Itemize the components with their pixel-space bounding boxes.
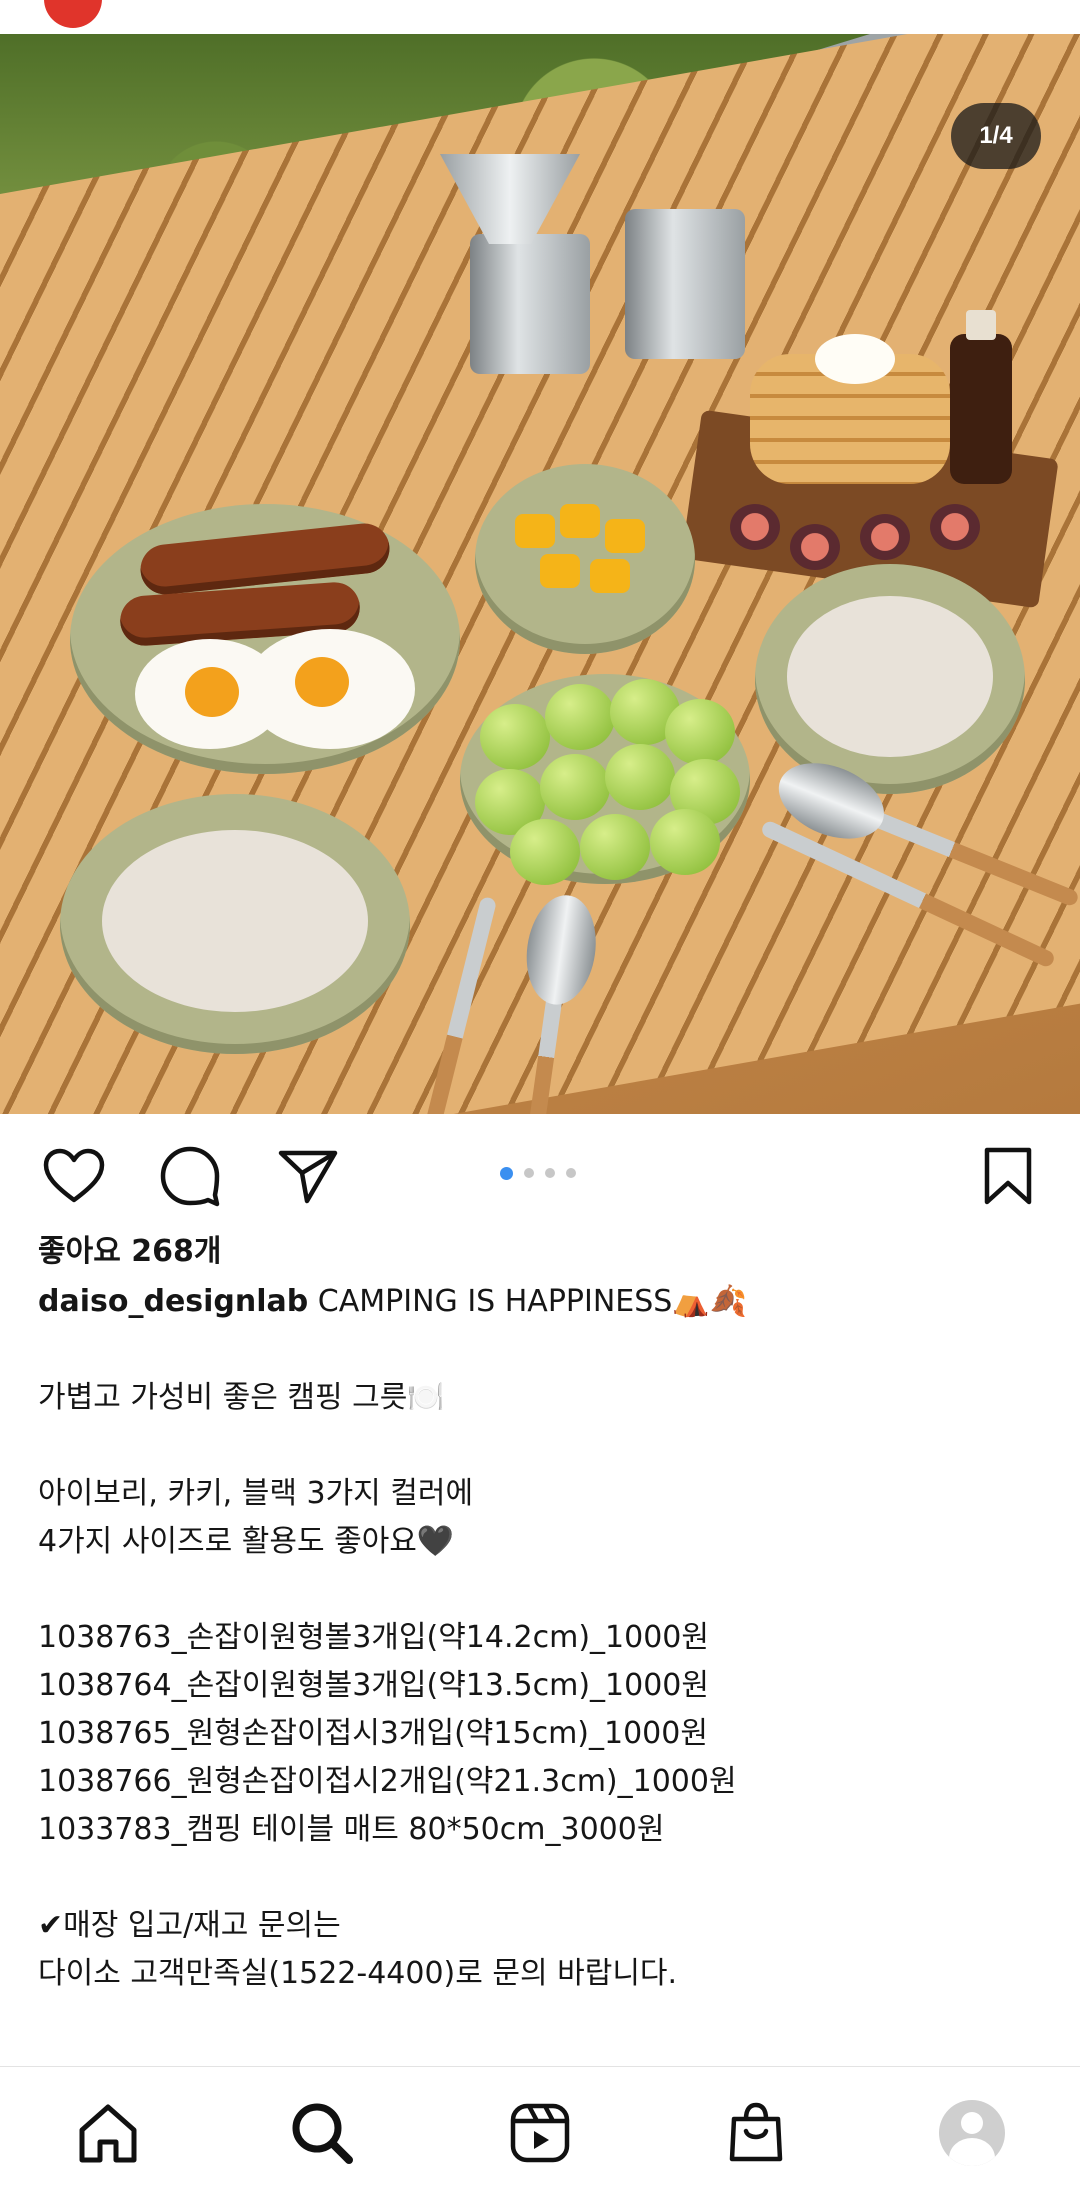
product-line: 1038763_손잡이원형볼3개입(약14.2cm)_1000원: [38, 1620, 709, 1655]
bowl-mango: [475, 464, 695, 654]
grape: [650, 809, 720, 875]
caption-first-line: daiso_designlab CAMPING IS HAPPINESS⛺🍂: [38, 1278, 1048, 1326]
mango-piece: [590, 559, 630, 593]
fig: [790, 524, 840, 570]
username[interactable]: daiso_designlab: [38, 1284, 308, 1319]
grape: [580, 814, 650, 880]
caption-line: 4가지 사이즈로 활용도 좋아요🖤: [38, 1524, 455, 1559]
poster-avatar[interactable]: [44, 0, 102, 28]
likes-count[interactable]: 좋아요 268개: [38, 1228, 1048, 1276]
caption-title: CAMPING IS HAPPINESS⛺🍂: [308, 1284, 748, 1319]
fig: [730, 504, 780, 550]
product-line: 1038765_원형손잡이접시3개입(약15cm)_1000원: [38, 1716, 708, 1751]
carousel-dot: [524, 1168, 534, 1178]
bowl-soup: [755, 564, 1025, 794]
product-line: 1038764_손잡이원형볼3개입(약13.5cm)_1000원: [38, 1668, 709, 1703]
nav-search[interactable]: [288, 2099, 356, 2167]
mango-piece: [515, 514, 555, 548]
home-icon: [79, 2104, 137, 2163]
heart-icon: [43, 1148, 105, 1203]
carousel-dot: [566, 1168, 576, 1178]
fig: [930, 504, 980, 550]
grape: [665, 699, 735, 765]
mango-piece: [540, 554, 580, 588]
post-actions: [0, 1114, 1080, 1234]
save-button[interactable]: [976, 1144, 1040, 1208]
search-icon: [292, 2103, 353, 2164]
caption-line: 가볍고 가성비 좋은 캠핑 그릇🍽️: [38, 1380, 445, 1415]
caption-line: 아이보리, 카키, 블랙 3가지 컬러에: [38, 1476, 474, 1511]
bottom-navigation: [0, 2066, 1080, 2194]
product-line: 1033783_캠핑 테이블 매트 80*50cm_3000원: [38, 1812, 665, 1847]
instagram-post-screen: 1/4 좋아요 268개 daiso_designlab CAMPING IS …: [0, 0, 1080, 2194]
bookmark-icon: [984, 1147, 1032, 1205]
top-bar: [0, 0, 1080, 34]
comment-icon: [160, 1146, 220, 1207]
mango-piece: [605, 519, 645, 553]
grape: [545, 684, 615, 750]
profile-avatar: [939, 2100, 1005, 2166]
grape: [605, 744, 675, 810]
steel-pitcher: [625, 209, 745, 359]
notice-line: 다이소 고객만족실(1522-4400)로 문의 바랍니다.: [38, 1956, 678, 1991]
syrup-bottle: [950, 310, 1012, 484]
steel-mug: [470, 234, 590, 374]
grape: [480, 704, 550, 770]
bowl-soup: [60, 794, 410, 1054]
like-button[interactable]: [42, 1144, 106, 1208]
carousel-indicator: [500, 1167, 576, 1180]
grape: [510, 819, 580, 885]
grape: [540, 754, 610, 820]
paper-plane-icon: [278, 1150, 338, 1204]
mango-piece: [560, 504, 600, 538]
carousel-dot-active: [500, 1167, 513, 1180]
product-line: 1038766_원형손잡이접시2개입(약21.3cm)_1000원: [38, 1764, 737, 1799]
fried-egg: [245, 629, 415, 749]
reels-icon: [510, 2103, 570, 2163]
share-button[interactable]: [276, 1144, 340, 1208]
fig: [860, 514, 910, 560]
post-image[interactable]: 1/4: [0, 34, 1080, 1114]
comment-button[interactable]: [158, 1144, 222, 1208]
shopping-bag-icon: [729, 2102, 783, 2162]
nav-home[interactable]: [74, 2099, 142, 2167]
whipped-cream: [815, 334, 895, 384]
image-counter: 1/4: [951, 103, 1041, 169]
carousel-dot: [545, 1168, 555, 1178]
post-caption: 좋아요 268개 daiso_designlab CAMPING IS HAPP…: [38, 1228, 1048, 1998]
nav-shop[interactable]: [722, 2099, 790, 2167]
notice-line: ✔매장 입고/재고 문의는: [38, 1908, 341, 1943]
nav-reels[interactable]: [506, 2099, 574, 2167]
nav-profile[interactable]: [938, 2099, 1006, 2167]
